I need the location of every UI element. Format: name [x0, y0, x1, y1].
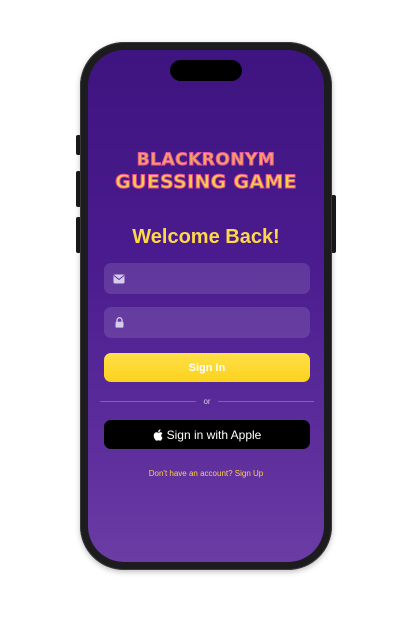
logo-subtitle: GUESSING GAME	[115, 171, 297, 194]
app-logo: BLACKRONYM GUESSING GAME	[88, 150, 324, 194]
sign-in-button[interactable]: Sign In	[104, 353, 310, 382]
divider-line-right	[217, 400, 314, 402]
email-input[interactable]	[131, 262, 310, 295]
password-field[interactable]	[104, 306, 310, 339]
apple-icon	[153, 428, 163, 441]
page-title: Welcome Back!	[132, 226, 280, 248]
divider-line-left	[100, 400, 197, 402]
divider-label: or	[203, 396, 211, 406]
lock-icon	[113, 317, 125, 329]
login-screen: BLACKRONYM GUESSING GAME Welcome Back! S…	[88, 50, 324, 562]
dynamic-island	[170, 60, 242, 81]
mail-icon	[113, 273, 125, 285]
password-input[interactable]	[131, 306, 310, 339]
apple-button-label: Sign in with Apple	[166, 427, 262, 442]
sign-up-link[interactable]: Don't have an account? Sign Up	[88, 469, 324, 478]
or-divider: or	[100, 395, 314, 407]
email-field[interactable]	[104, 262, 310, 295]
device-mockup: BLACKRONYM GUESSING GAME Welcome Back! S…	[0, 0, 400, 624]
logo-title: BLACKRONYM	[136, 150, 276, 171]
sign-in-with-apple-button[interactable]: Sign in with Apple	[104, 420, 310, 449]
